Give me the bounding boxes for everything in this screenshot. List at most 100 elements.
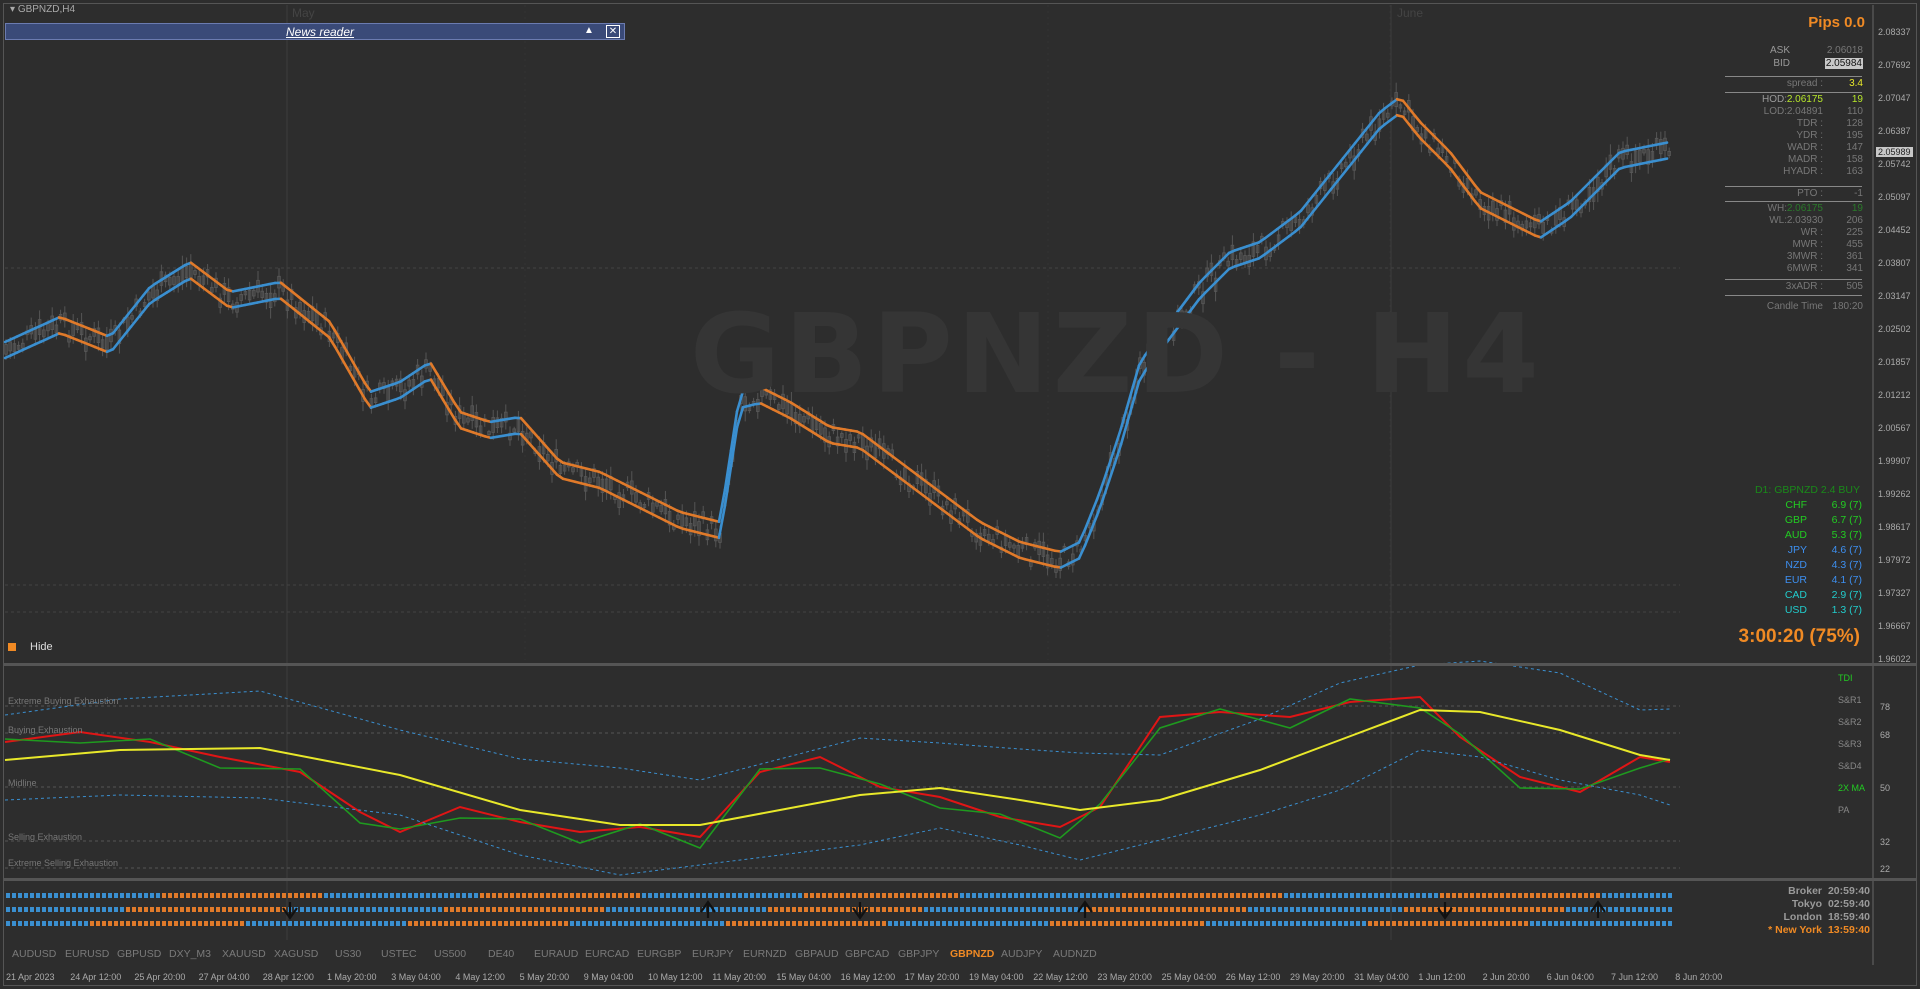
symbol-tab[interactable]: EURCAD [585, 948, 629, 960]
signal-cell [510, 907, 514, 912]
signal-cell [1380, 907, 1384, 912]
signal-cell [720, 921, 724, 926]
time-tick: 17 May 20:00 [904, 972, 960, 982]
signal-cell [696, 893, 700, 898]
signal-cell [1218, 893, 1222, 898]
signal-cell [1596, 893, 1600, 898]
symbol-tab[interactable]: GBPNZD [950, 948, 994, 960]
signal-cell [576, 893, 580, 898]
chart-canvas[interactable] [0, 0, 1920, 989]
signal-cell [1284, 921, 1288, 926]
news-reader-link[interactable]: News reader [286, 25, 354, 39]
hide-button[interactable]: Hide [8, 638, 53, 656]
symbol-tab[interactable]: GBPAUD [795, 948, 839, 960]
symbol-tab[interactable]: EURGBP [637, 948, 681, 960]
symbol-tab[interactable]: USTEC [381, 948, 417, 960]
signal-cell [240, 921, 244, 926]
signal-cell [864, 893, 868, 898]
symbol-tab[interactable]: EURNZD [743, 948, 787, 960]
signal-cell [1536, 907, 1540, 912]
signal-cell [636, 921, 640, 926]
signal-cell [48, 893, 52, 898]
signal-cell [768, 921, 772, 926]
signal-cell [522, 893, 526, 898]
ma-segment [1353, 134, 1363, 145]
symbol-tab[interactable]: GBPCAD [845, 948, 889, 960]
signal-cell [1050, 921, 1054, 926]
signal-cell [468, 893, 472, 898]
signal-cell [444, 907, 448, 912]
signal-cell [6, 907, 10, 912]
signal-cell [1434, 907, 1438, 912]
signal-cell [270, 907, 274, 912]
symbol-tab[interactable]: GBPUSD [117, 948, 161, 960]
signal-cell [1248, 907, 1252, 912]
strength-value: 6.9 (7) [1831, 499, 1862, 511]
signal-cell [1086, 921, 1090, 926]
signal-cell [708, 893, 712, 898]
signal-cell [1020, 921, 1024, 926]
signal-cell [1524, 907, 1528, 912]
signal-cell [1140, 907, 1144, 912]
signal-cell [1008, 893, 1012, 898]
tdi-legend-label: TDI [1838, 673, 1853, 683]
symbol-tab[interactable]: DXY_M3 [169, 948, 211, 960]
signal-cell [888, 893, 892, 898]
signal-cell [672, 921, 676, 926]
symbol-tab[interactable]: AUDJPY [1001, 948, 1042, 960]
symbol-tab[interactable]: XAUUSD [222, 948, 266, 960]
symbol-tab[interactable]: AUDUSD [12, 948, 56, 960]
signal-cell [1218, 921, 1222, 926]
signal-cell [522, 921, 526, 926]
symbol-tab[interactable]: EURJPY [692, 948, 733, 960]
signal-cell [144, 921, 148, 926]
symbol-tab[interactable]: GBPJPY [898, 948, 939, 960]
signal-cell [474, 907, 478, 912]
symbol-tab[interactable]: US500 [434, 948, 466, 960]
signal-cell [1458, 921, 1462, 926]
signal-cell [1014, 907, 1018, 912]
symbol-tab[interactable]: US30 [335, 948, 361, 960]
ma-segment [1443, 161, 1453, 171]
adr3-row: 3xADR :505 [1785, 281, 1863, 292]
news-reader-bar[interactable]: News reader ▲ ✕ [5, 23, 625, 40]
signal-cell [660, 921, 664, 926]
signal-cell [552, 921, 556, 926]
tdi-indicator [4, 660, 1671, 876]
session-row: * New York 13:59:40 [1740, 924, 1870, 937]
signal-cell [990, 921, 994, 926]
symbol-tab[interactable]: AUDNZD [1053, 948, 1097, 960]
signal-cell [702, 921, 706, 926]
signal-cell [1410, 893, 1414, 898]
signal-cell [1266, 893, 1270, 898]
panel-separator[interactable] [3, 878, 1917, 881]
signal-cell [438, 921, 442, 926]
signal-cell [378, 921, 382, 926]
symbol-tab[interactable]: EURAUD [534, 948, 578, 960]
ma-segment [1401, 99, 1411, 110]
grid-lines [5, 5, 1874, 965]
tdi-legend-label: 2X MA [1838, 783, 1866, 793]
signal-cell [684, 893, 688, 898]
signal-cell [1212, 907, 1216, 912]
signal-cell [1032, 921, 1036, 926]
signal-cell [1182, 893, 1186, 898]
collapse-icon[interactable]: ▲ [584, 25, 594, 36]
signal-cell [1224, 907, 1228, 912]
signal-cell [714, 921, 718, 926]
signal-cell [804, 893, 808, 898]
signal-cell [1470, 907, 1474, 912]
signal-cell [336, 907, 340, 912]
signal-cell [960, 921, 964, 926]
signal-cell [870, 893, 874, 898]
close-icon[interactable]: ✕ [606, 25, 620, 38]
symbol-tab[interactable]: DE40 [488, 948, 514, 960]
symbol-tab[interactable]: EURUSD [65, 948, 109, 960]
signal-cell [1302, 921, 1306, 926]
signal-cell [426, 921, 430, 926]
hide-toggle-icon[interactable] [8, 642, 16, 651]
signal-cell [888, 921, 892, 926]
symbol-tab[interactable]: XAGUSD [274, 948, 318, 960]
panel-separator[interactable] [3, 663, 1917, 666]
signal-cell [192, 921, 196, 926]
